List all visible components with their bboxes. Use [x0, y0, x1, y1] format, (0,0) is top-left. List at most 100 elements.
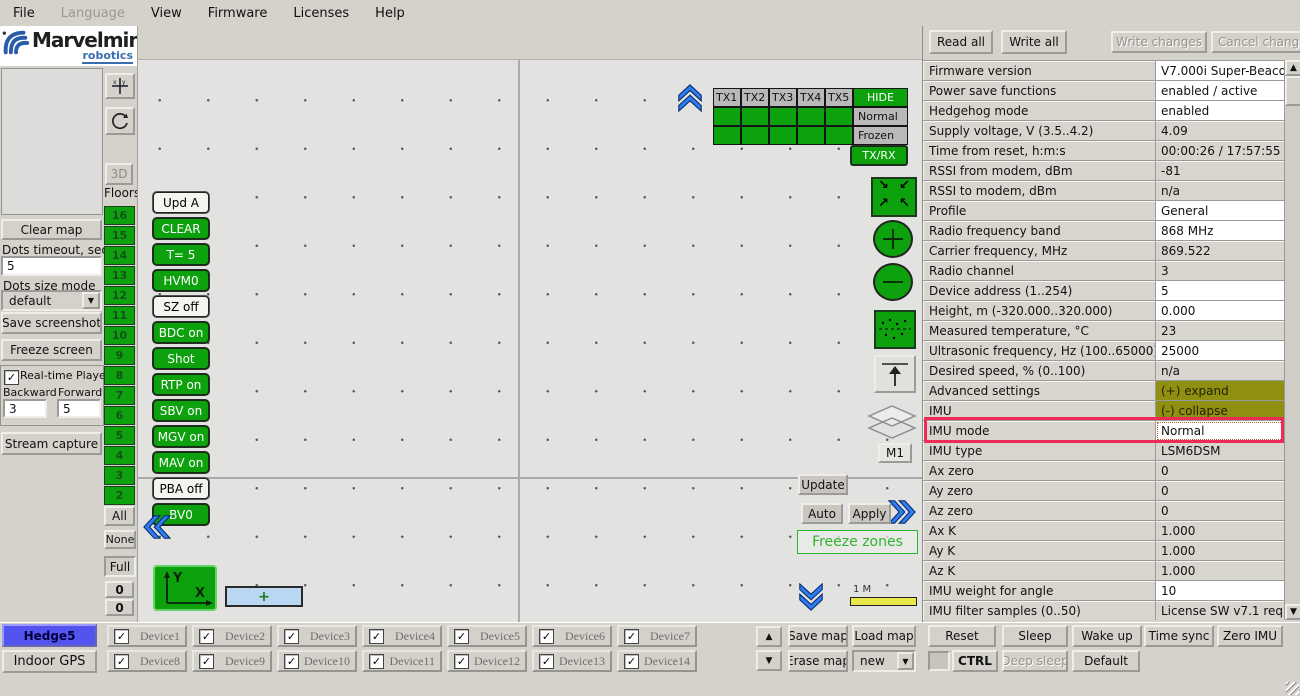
menu-item-licenses[interactable]: Licenses — [280, 0, 362, 26]
forward-input[interactable]: 5 — [57, 399, 101, 418]
param-value[interactable]: 3 — [1156, 261, 1284, 281]
menu-item-view[interactable]: View — [138, 0, 195, 26]
param-value[interactable]: enabled / active — [1156, 81, 1284, 101]
param-value[interactable]: n/a — [1156, 361, 1284, 381]
param-value[interactable]: 1.000 — [1156, 561, 1284, 581]
device-cell-device11[interactable]: ✓Device11 — [362, 650, 442, 672]
map-select-dropdown-icon[interactable]: ▼ — [897, 652, 914, 670]
device-checkbox[interactable]: ✓ — [114, 654, 129, 669]
hedge-tab[interactable]: Hedge5 — [2, 624, 97, 647]
dots-timeout-input[interactable]: 5 — [1, 256, 102, 276]
freeze-zones-button[interactable]: Freeze zones — [797, 530, 918, 554]
map-action-mav-on[interactable]: MAV on — [153, 452, 209, 473]
write-changes-button[interactable]: Write changes — [1111, 31, 1207, 53]
reset-button[interactable]: Reset — [928, 625, 996, 647]
device-cell-device7[interactable]: ✓Device7 — [617, 625, 697, 647]
wake-up-button[interactable]: Wake up — [1072, 625, 1142, 647]
device-checkbox[interactable]: ✓ — [539, 654, 554, 669]
param-value[interactable]: 1.000 — [1156, 541, 1284, 561]
device-checkbox[interactable]: ✓ — [539, 629, 554, 644]
default-button[interactable]: Default — [1072, 650, 1140, 672]
menu-item-language[interactable]: Language — [48, 0, 138, 26]
freeze-screen-button[interactable]: Freeze screen — [1, 339, 102, 361]
device-scroll-up-button[interactable]: ▲ — [756, 626, 782, 647]
device-cell-device10[interactable]: ✓Device10 — [277, 650, 357, 672]
tx-hide-button[interactable]: HIDE — [853, 88, 908, 107]
zero-imu-button[interactable]: Zero IMU — [1217, 625, 1283, 647]
param-value[interactable]: 25000 — [1156, 341, 1284, 361]
tx-frozen-button[interactable]: Frozen — [853, 126, 908, 145]
xy-axes-icon[interactable]: Y X — [153, 565, 217, 611]
param-value[interactable]: Normal — [1156, 421, 1284, 441]
cancel-changes-button[interactable]: Cancel changes — [1211, 31, 1300, 53]
device-cell-device1[interactable]: ✓Device1 — [107, 625, 187, 647]
param-value[interactable]: 00:00:26 / 17:57:55 / 0 — [1156, 141, 1284, 161]
tx-cell[interactable] — [769, 126, 797, 145]
txrx-button[interactable]: TX/RX — [851, 146, 907, 165]
tx-cell[interactable] — [713, 107, 741, 126]
tx-normal-button[interactable]: Normal — [853, 107, 908, 126]
floor-button-8[interactable]: 8 — [104, 366, 135, 385]
device-checkbox[interactable]: ✓ — [114, 629, 129, 644]
floors-full-button[interactable]: Full — [104, 556, 136, 577]
axes-view-button[interactable]: xy — [105, 73, 135, 99]
map-action-rtp-on[interactable]: RTP on — [153, 374, 209, 395]
device-checkbox[interactable]: ✓ — [369, 629, 384, 644]
param-value[interactable]: 0.000 — [1156, 301, 1284, 321]
save-screenshot-button[interactable]: Save screenshot — [1, 312, 102, 334]
param-value[interactable]: V7.000i Super-Beacon — [1156, 61, 1284, 81]
3d-view-button[interactable]: 3D — [105, 163, 133, 185]
m1-button[interactable]: M1 — [878, 443, 912, 463]
tx-cell[interactable] — [713, 126, 741, 145]
param-value[interactable]: n/a — [1156, 181, 1284, 201]
stream-capture-button[interactable]: Stream capture — [1, 432, 102, 455]
map-action-sbv-on[interactable]: SBV on — [153, 400, 209, 421]
tx-cell[interactable] — [797, 126, 825, 145]
menu-item-help[interactable]: Help — [362, 0, 418, 26]
device-scroll-down-button[interactable]: ▼ — [756, 650, 782, 671]
map-action-bdc-on[interactable]: BDC on — [153, 322, 209, 343]
device-cell-device9[interactable]: ✓Device9 — [192, 650, 272, 672]
param-value[interactable]: 0 — [1156, 461, 1284, 481]
device-checkbox[interactable]: ✓ — [284, 629, 299, 644]
map-select[interactable]: new ▼ — [852, 650, 916, 672]
floor-button-7[interactable]: 7 — [104, 386, 135, 405]
tx-cell[interactable] — [797, 107, 825, 126]
floor-button-15[interactable]: 15 — [104, 226, 135, 245]
device-cell-device6[interactable]: ✓Device6 — [532, 625, 612, 647]
update-button[interactable]: Update — [798, 474, 848, 495]
tx-cell[interactable] — [741, 126, 769, 145]
scroll-down-icon[interactable] — [798, 583, 824, 611]
tx-cell[interactable] — [741, 107, 769, 126]
dots-layer-icon[interactable] — [874, 310, 916, 349]
scroll-up-icon[interactable] — [677, 84, 703, 112]
map-action-pba-off[interactable]: PBA off — [153, 478, 209, 499]
fit-to-view-icon[interactable]: ↘↙↗↖ — [871, 177, 917, 217]
param-value[interactable]: 10 — [1156, 581, 1284, 601]
map-action-t-5[interactable]: T= 5 — [153, 244, 209, 265]
indoor-gps-tab[interactable]: Indoor GPS — [2, 650, 97, 673]
time-sync-button[interactable]: Time sync — [1144, 625, 1214, 647]
write-all-button[interactable]: Write all — [1001, 30, 1067, 54]
floors-all-button[interactable]: All — [104, 506, 135, 526]
floor-button-3[interactable]: 3 — [104, 466, 135, 485]
dots-size-dropdown-icon[interactable]: ▼ — [82, 292, 100, 309]
device-checkbox[interactable]: ✓ — [624, 654, 639, 669]
scrollbar-down-icon[interactable]: ▼ — [1285, 604, 1300, 620]
load-map-button[interactable]: Load map — [852, 625, 916, 647]
device-cell-device8[interactable]: ✓Device8 — [107, 650, 187, 672]
dots-size-select[interactable]: default ▼ — [1, 290, 102, 311]
device-cell-device12[interactable]: ✓Device12 — [447, 650, 527, 672]
realtime-player-checkbox[interactable]: ✓ — [4, 370, 19, 385]
tx-cell[interactable] — [825, 107, 853, 126]
ctrl-button[interactable]: CTRL — [952, 650, 998, 672]
add-submap-button[interactable]: + — [225, 586, 303, 607]
clear-map-button[interactable]: Clear map — [1, 219, 102, 240]
device-checkbox[interactable]: ✓ — [284, 654, 299, 669]
param-value[interactable]: 5 — [1156, 281, 1284, 301]
upload-icon[interactable] — [874, 355, 916, 393]
param-value[interactable]: (+) expand — [1156, 381, 1284, 401]
param-value[interactable]: LSM6DSM — [1156, 441, 1284, 461]
map-action-shot[interactable]: Shot — [153, 348, 209, 369]
device-cell-device4[interactable]: ✓Device4 — [362, 625, 442, 647]
